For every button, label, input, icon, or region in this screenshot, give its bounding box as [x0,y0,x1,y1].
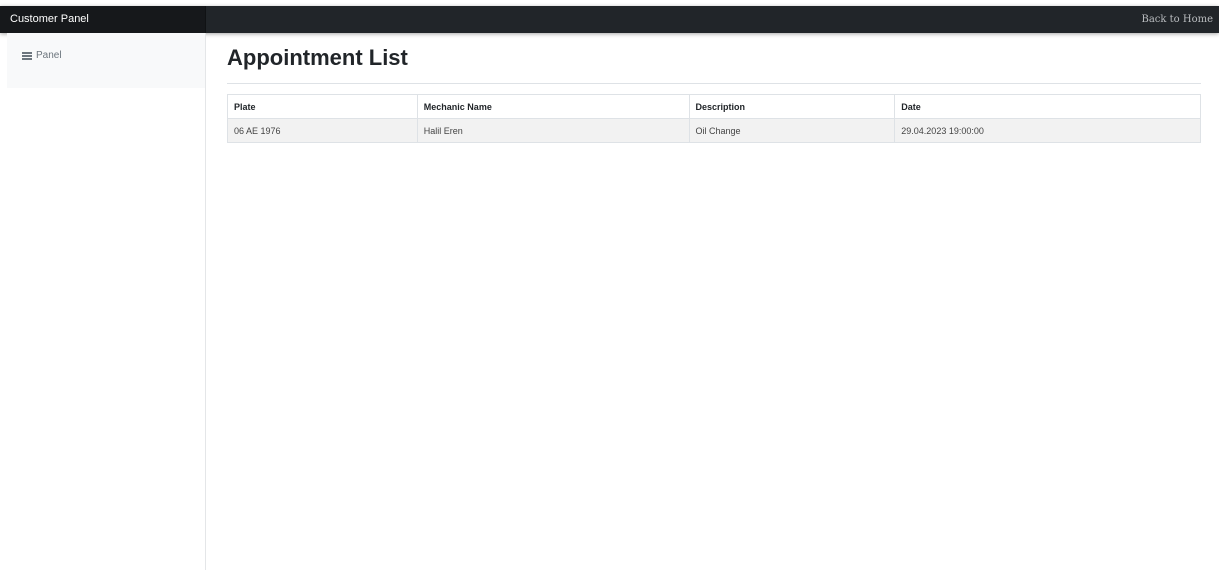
column-header-mechanic-name: Mechanic Name [416,94,690,119]
appointment-table: Plate Mechanic Name Description Date 06 … [227,94,1201,143]
cell-plate: 06 AE 1976 [227,118,418,143]
column-header-description: Description [688,94,896,119]
cell-date: 29.04.2023 19:00:00 [894,118,1201,143]
sidebar-panel: Panel [7,33,205,88]
sidebar: Panel [0,33,206,570]
table-row: 06 AE 1976 Halil Eren Oil Change 29.04.2… [227,118,1201,143]
cell-mechanic-name: Halil Eren [416,118,690,143]
title-divider [227,83,1201,84]
top-navbar: Customer Panel Back to Home [0,6,1219,33]
bars-icon [22,52,32,60]
sidebar-item-label: Panel [36,50,62,61]
table-header-row: Plate Mechanic Name Description Date [227,94,1201,119]
column-header-date: Date [894,94,1201,119]
page-title: Appointment List [227,45,408,70]
brand-link[interactable]: Customer Panel [0,6,206,33]
sidebar-item-panel[interactable]: Panel [22,50,62,61]
back-to-home-link[interactable]: Back to Home [1141,6,1213,33]
column-header-plate: Plate [227,94,418,119]
page: Customer Panel Back to Home Panel Appoin… [0,0,1219,570]
cell-description: Oil Change [688,118,896,143]
